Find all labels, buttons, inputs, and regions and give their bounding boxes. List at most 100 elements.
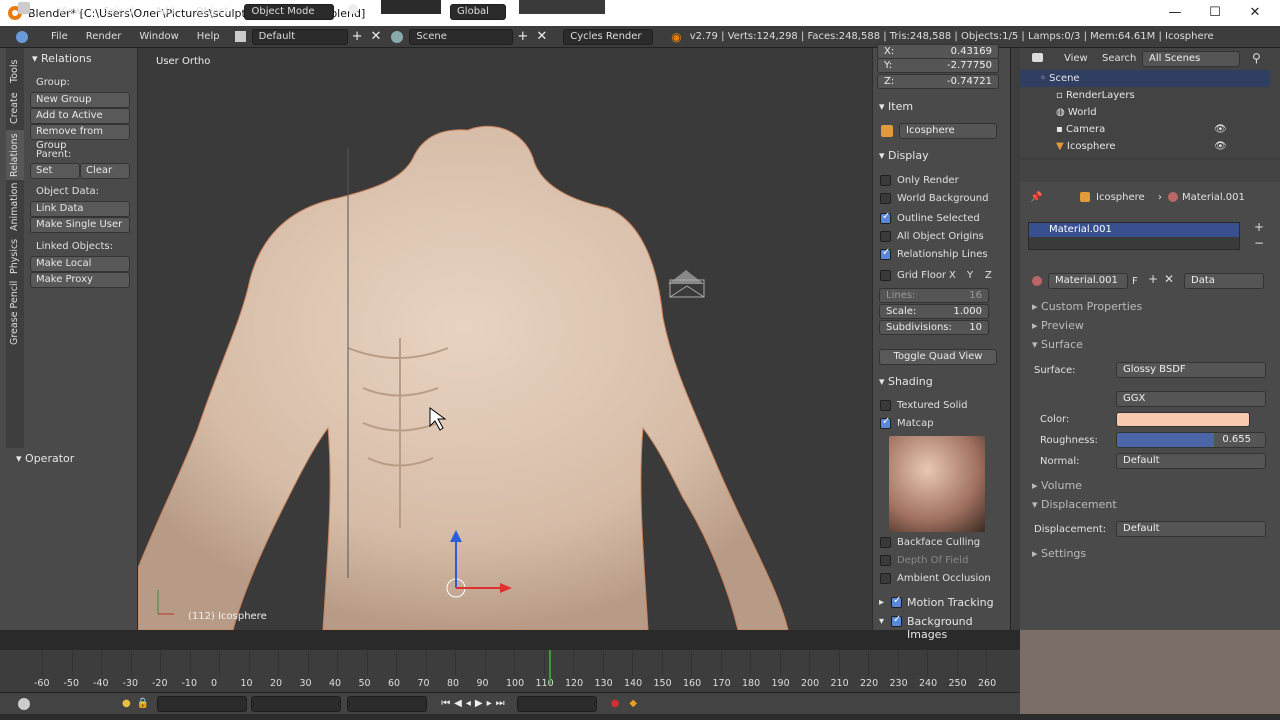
- background-images-expand-icon[interactable]: ▾: [879, 616, 884, 627]
- display-panel-title[interactable]: ▾ Display: [879, 149, 929, 162]
- sync-dropdown[interactable]: [516, 695, 597, 712]
- tab-tools[interactable]: Tools: [6, 52, 24, 90]
- settings-panel[interactable]: ▸ Settings: [1032, 547, 1086, 560]
- minimize-button[interactable]: —: [1155, 0, 1195, 26]
- playhead[interactable]: [549, 650, 552, 684]
- matcap-checkbox[interactable]: [880, 416, 891, 429]
- start-frame-field[interactable]: [157, 695, 248, 712]
- layout-dropdown[interactable]: Default: [251, 28, 348, 45]
- grid-x-toggle[interactable]: X: [949, 270, 956, 281]
- location-y-field[interactable]: Y: -2.77750: [877, 58, 999, 73]
- grid-z-toggle[interactable]: Z: [985, 270, 992, 281]
- backface-culling-checkbox[interactable]: [880, 537, 891, 548]
- location-z-field[interactable]: Z: -0.74721: [877, 74, 999, 89]
- keying-icon[interactable]: ●: [122, 698, 131, 709]
- remove-slot-icon[interactable]: −: [1254, 236, 1264, 250]
- outliner-search-menu[interactable]: Search: [1102, 53, 1136, 64]
- all-origins-checkbox[interactable]: [880, 231, 891, 242]
- ambient-occlusion-checkbox[interactable]: [880, 573, 891, 584]
- add-to-active-button[interactable]: Add to Active: [30, 108, 130, 124]
- timeline[interactable]: -60 -50 -40 -30 -20 -10 0 10 20 30 40 50 60 70 80 90 100…: [0, 650, 1020, 692]
- properties-tabs[interactable]: [1020, 160, 1280, 182]
- operator-panel-title[interactable]: ▾ Operator: [16, 452, 74, 465]
- normal-dropdown[interactable]: Default: [1116, 453, 1266, 469]
- only-render-checkbox[interactable]: [880, 175, 891, 186]
- outliner-row-icosphere[interactable]: ▼ Icosphere 👁: [1020, 138, 1270, 155]
- menu-render[interactable]: Render: [77, 31, 131, 42]
- relations-panel-title[interactable]: ▾ Relations: [32, 52, 92, 65]
- add-slot-icon[interactable]: +: [1254, 220, 1264, 234]
- tab-physics[interactable]: Physics: [6, 236, 24, 276]
- scene-dropdown[interactable]: Scene: [409, 28, 514, 45]
- timeline-editor-icon[interactable]: [18, 697, 30, 710]
- world-background-checkbox[interactable]: [880, 193, 891, 204]
- pin-icon[interactable]: 📌: [1030, 192, 1042, 203]
- outliner-row-scene[interactable]: ◦ Scene: [1020, 70, 1270, 87]
- link-data-button[interactable]: Link Data: [30, 201, 130, 217]
- remove-layout-icon[interactable]: ✕: [371, 29, 382, 44]
- object-menu[interactable]: Object: [187, 6, 238, 17]
- material-link-dropdown[interactable]: Data: [1184, 273, 1264, 289]
- item-panel-title[interactable]: ▾ Item: [879, 100, 913, 113]
- depth-of-field-checkbox[interactable]: [880, 555, 891, 566]
- view-menu[interactable]: View: [49, 6, 91, 17]
- close-button[interactable]: ✕: [1235, 0, 1275, 26]
- custom-properties-panel[interactable]: ▸ Custom Properties: [1032, 300, 1142, 313]
- end-frame-field[interactable]: [251, 695, 342, 712]
- matcap-preview-image[interactable]: [889, 436, 985, 532]
- outline-selected-checkbox[interactable]: [880, 211, 891, 224]
- outliner-row-camera[interactable]: ▪ Camera 👁: [1020, 121, 1270, 138]
- set-parent-button[interactable]: Set: [30, 163, 80, 179]
- mode-dropdown[interactable]: Object Mode: [244, 4, 335, 20]
- outliner-display-mode-dropdown[interactable]: All Scenes: [1142, 51, 1240, 67]
- outliner-view-menu[interactable]: View: [1064, 53, 1088, 64]
- select-menu[interactable]: Select: [94, 6, 143, 17]
- material-slot-list[interactable]: Material.001: [1028, 222, 1240, 250]
- menu-help[interactable]: Help: [188, 31, 229, 42]
- new-group-button[interactable]: New Group: [30, 92, 130, 108]
- lock-icon[interactable]: 🔒: [137, 698, 149, 709]
- maximize-button[interactable]: ☐: [1195, 0, 1235, 26]
- surface-panel[interactable]: ▾ Surface: [1032, 338, 1083, 351]
- surface-shader-dropdown[interactable]: Glossy BSDF: [1116, 362, 1266, 378]
- menu-window[interactable]: Window: [130, 31, 187, 42]
- relationship-lines-checkbox[interactable]: [880, 247, 891, 260]
- menu-file[interactable]: File: [42, 31, 77, 42]
- fake-user-toggle[interactable]: F: [1132, 276, 1138, 287]
- outliner-row-renderlayers[interactable]: ▫ RenderLayers: [1020, 87, 1270, 104]
- grid-lines-field[interactable]: Lines: 16: [879, 288, 989, 303]
- make-proxy-button[interactable]: Make Proxy: [30, 272, 130, 288]
- keyframe-icon[interactable]: ◆: [629, 698, 637, 709]
- tab-create[interactable]: Create: [6, 90, 24, 126]
- record-icon[interactable]: ●: [611, 698, 620, 709]
- volume-panel[interactable]: ▸ Volume: [1032, 479, 1082, 492]
- material-name-field[interactable]: Material.001: [1048, 273, 1128, 289]
- manipulator-toggles[interactable]: [380, 0, 441, 14]
- tab-animation[interactable]: Animation: [6, 182, 24, 232]
- location-x-field[interactable]: X: 0.43169: [877, 44, 999, 59]
- shading-mode-icon[interactable]: [347, 4, 358, 14]
- roughness-slider[interactable]: 0.655: [1116, 432, 1266, 448]
- grid-y-toggle[interactable]: Y: [967, 270, 973, 281]
- layer-buttons[interactable]: [519, 0, 606, 14]
- preview-panel[interactable]: ▸ Preview: [1032, 319, 1084, 332]
- playback-controls[interactable]: ⏮◀◂▶▸⏭: [441, 698, 508, 709]
- color-swatch[interactable]: [1116, 412, 1250, 427]
- unlink-material-icon[interactable]: ✕: [1164, 272, 1174, 286]
- motion-tracking-expand-icon[interactable]: ▸: [879, 597, 884, 608]
- snap-tools[interactable]: [618, 0, 738, 14]
- tab-relations[interactable]: Relations: [6, 130, 24, 180]
- displacement-panel[interactable]: ▾ Displacement: [1032, 498, 1117, 511]
- add-scene-icon[interactable]: +: [517, 29, 528, 44]
- 3d-viewport[interactable]: User Ortho (112) Icosphere: [138, 48, 872, 630]
- editor-type-icon[interactable]: [18, 2, 30, 14]
- textured-solid-checkbox[interactable]: [880, 400, 891, 411]
- add-menu[interactable]: Add: [146, 6, 183, 17]
- make-single-user-button[interactable]: Make Single User: [30, 217, 130, 233]
- displacement-dropdown[interactable]: Default: [1116, 521, 1266, 537]
- add-layout-icon[interactable]: +: [352, 29, 363, 44]
- clear-parent-button[interactable]: Clear: [80, 163, 130, 179]
- outliner-row-world[interactable]: ◍ World: [1020, 104, 1270, 121]
- outliner-editor-icon[interactable]: [1032, 53, 1043, 62]
- background-images-checkbox[interactable]: [891, 614, 902, 627]
